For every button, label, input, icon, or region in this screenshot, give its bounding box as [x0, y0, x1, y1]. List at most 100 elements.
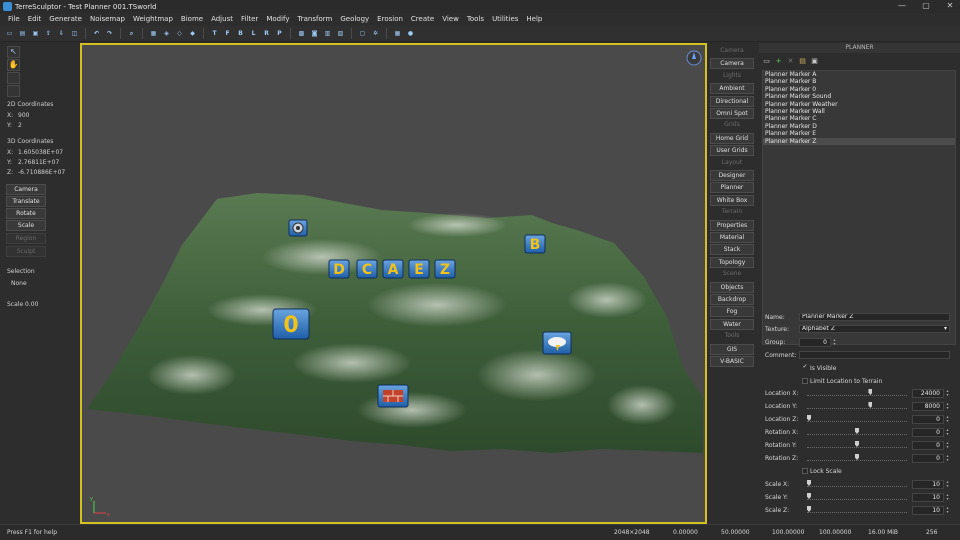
menu-edit[interactable]: Edit — [24, 13, 46, 26]
category-button-gis[interactable]: GIS — [710, 343, 754, 355]
minimize-button[interactable]: — — [896, 1, 908, 11]
view-t-button[interactable]: T — [209, 28, 220, 39]
view-r-button[interactable]: R — [261, 28, 272, 39]
rotation-y-spinner-icon[interactable]: ▴ ▾ — [945, 441, 950, 450]
menu-transform[interactable]: Transform — [294, 13, 337, 26]
category-button-stack[interactable]: Stack — [710, 244, 754, 256]
slider-thumb[interactable] — [807, 493, 811, 499]
list-item[interactable]: Planner Marker E — [763, 130, 955, 137]
save-icon[interactable]: ▣ — [810, 57, 819, 66]
scale-y-slider[interactable] — [807, 493, 907, 500]
camera-mode-button[interactable]: Camera — [6, 184, 46, 195]
delete-marker-icon[interactable]: ✕ — [786, 57, 795, 66]
name-input[interactable]: Planner Marker Z — [799, 313, 950, 321]
texture-select[interactable]: Alphabet Z ▾ — [799, 325, 950, 333]
menu-adjust[interactable]: Adjust — [207, 13, 237, 26]
category-button-home-grid[interactable]: Home Grid — [710, 132, 754, 144]
menu-weightmap[interactable]: Weightmap — [129, 13, 177, 26]
scale-x-spinner-icon[interactable]: ▴ ▾ — [945, 480, 950, 489]
location-z-slider[interactable] — [807, 415, 907, 422]
import-icon[interactable]: ⇩ — [56, 28, 67, 39]
rotation-z-slider[interactable] — [807, 454, 907, 461]
translate-button[interactable]: Translate — [6, 196, 46, 207]
layers-icon[interactable]: ▥ — [322, 28, 333, 39]
rotation-y-slider[interactable] — [807, 441, 907, 448]
tool-slot-icon[interactable] — [7, 85, 20, 97]
slider-thumb[interactable] — [807, 480, 811, 486]
new-icon[interactable]: ▭ — [4, 28, 15, 39]
terrain-viewport[interactable]: D C A E Z B 0 y x — [80, 43, 707, 524]
slider-thumb[interactable] — [855, 454, 859, 460]
export-icon[interactable]: ⇪ — [43, 28, 54, 39]
category-button-water[interactable]: Water — [710, 318, 754, 330]
scale-button[interactable]: Scale — [6, 220, 46, 231]
rotation-x-input[interactable]: 0 — [912, 428, 944, 437]
maximize-button[interactable]: ▢ — [920, 1, 932, 11]
lock-scale-checkbox[interactable] — [802, 468, 808, 474]
grid-icon[interactable]: ▦ — [148, 28, 159, 39]
category-button-properties[interactable]: Properties — [710, 219, 754, 231]
menu-help[interactable]: Help — [522, 13, 546, 26]
close-button[interactable]: ✕ — [944, 1, 956, 11]
undo-icon[interactable]: ↶ — [91, 28, 102, 39]
view-b-button[interactable]: B — [235, 28, 246, 39]
location-z-spinner-icon[interactable]: ▴ ▾ — [945, 415, 950, 424]
menu-file[interactable]: File — [4, 13, 24, 26]
tiles-icon[interactable]: ▦ — [392, 28, 403, 39]
save-icon[interactable]: ▣ — [30, 28, 41, 39]
list-item[interactable]: Planner Marker C — [763, 115, 955, 122]
marker-list[interactable]: Planner Marker A Planner Marker B Planner … — [762, 70, 956, 345]
category-button-material[interactable]: Material — [710, 232, 754, 243]
add-marker-icon[interactable]: + — [774, 57, 783, 66]
category-button-topology[interactable]: Topology — [710, 256, 754, 268]
scale-y-spinner-icon[interactable]: ▴ ▾ — [945, 493, 950, 502]
view-top-icon[interactable]: ◆ — [187, 28, 198, 39]
slider-thumb[interactable] — [868, 402, 873, 408]
scale-z-spinner-icon[interactable]: ▴ ▾ — [945, 506, 950, 515]
location-y-spinner-icon[interactable]: ▴ ▾ — [945, 402, 950, 411]
rotation-z-input[interactable]: 0 — [912, 454, 944, 463]
scale-y-input[interactable]: 10 — [912, 493, 944, 502]
category-button-planner[interactable]: Planner — [710, 182, 754, 194]
category-button-white-box[interactable]: White Box — [710, 194, 754, 206]
category-button-backdrop[interactable]: Backdrop — [710, 294, 754, 305]
view-p-button[interactable]: P — [274, 28, 285, 39]
list-item[interactable]: Planner Marker Wall — [763, 108, 955, 115]
list-item[interactable]: Planner Marker A — [763, 71, 955, 78]
menu-utilities[interactable]: Utilities — [488, 13, 522, 26]
scale-x-input[interactable]: 10 — [912, 480, 944, 489]
camera-icon[interactable]: ◙ — [309, 28, 320, 39]
group-spinner-icon[interactable]: ▴ ▾ — [832, 338, 837, 347]
scale-z-input[interactable]: 10 — [912, 506, 944, 515]
menu-noisemap[interactable]: Noisemap — [86, 13, 129, 26]
list-item[interactable]: Planner Marker Weather — [763, 101, 955, 108]
visible-checkbox[interactable]: ✓ — [802, 364, 808, 371]
list-item[interactable]: Planner Marker D — [763, 123, 955, 130]
rotation-x-slider[interactable] — [807, 428, 907, 435]
open-icon[interactable]: ▤ — [17, 28, 28, 39]
region-button[interactable]: Region — [6, 233, 46, 244]
menu-tools[interactable]: Tools — [463, 13, 488, 26]
slider-thumb[interactable] — [807, 415, 811, 421]
rotation-y-input[interactable]: 0 — [912, 441, 944, 450]
menu-view[interactable]: View — [438, 13, 463, 26]
scale-z-slider[interactable] — [807, 506, 907, 513]
category-button-designer[interactable]: Designer — [710, 170, 754, 181]
folder-icon[interactable]: ▤ — [798, 57, 807, 66]
menu-modify[interactable]: Modify — [262, 13, 293, 26]
wire-icon[interactable]: ▧ — [335, 28, 346, 39]
menu-biome[interactable]: Biome — [177, 13, 207, 26]
menu-filter[interactable]: Filter — [237, 13, 262, 26]
category-button-camera[interactable]: Camera — [710, 58, 754, 70]
view-l-button[interactable]: L — [248, 28, 259, 39]
settings-icon[interactable]: ✲ — [370, 28, 381, 39]
list-item[interactable]: Planner Marker Sound — [763, 93, 955, 100]
location-y-slider[interactable] — [807, 402, 907, 409]
view-f-button[interactable]: F — [222, 28, 233, 39]
display-icon[interactable]: ▢ — [357, 28, 368, 39]
menu-erosion[interactable]: Erosion — [373, 13, 407, 26]
slider-thumb[interactable] — [868, 389, 873, 395]
pointer-icon[interactable]: ↖ — [7, 46, 20, 58]
slider-thumb[interactable] — [807, 506, 811, 512]
menu-create[interactable]: Create — [407, 13, 438, 26]
